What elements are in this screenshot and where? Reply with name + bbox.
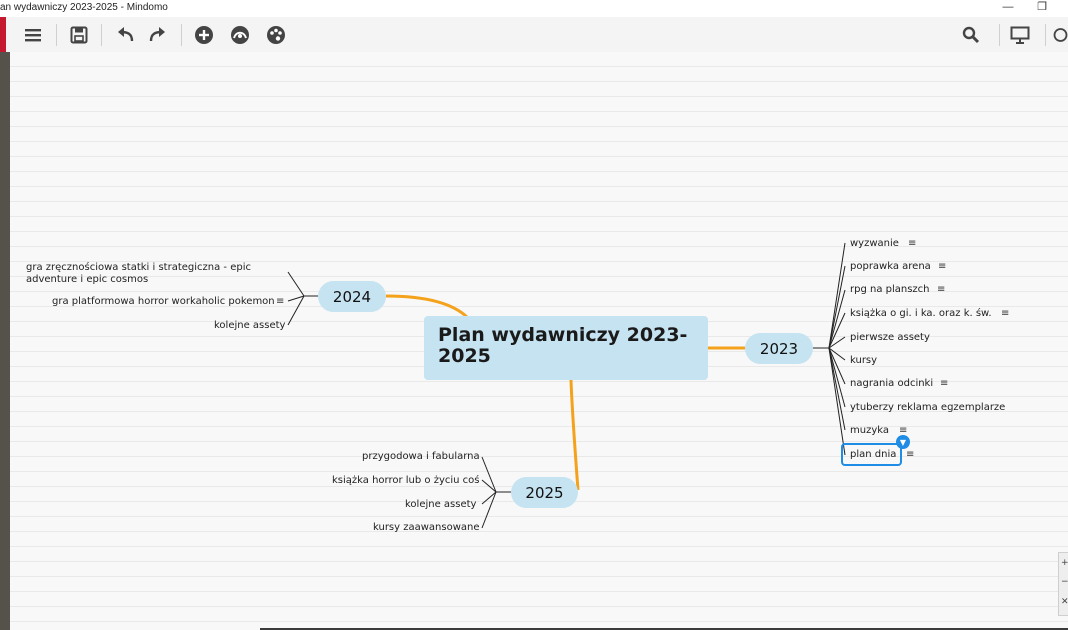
fit-icon[interactable]: ✕ (1061, 597, 1068, 607)
subtopic-adventure[interactable]: przygodowa i fabularna (362, 451, 480, 463)
zoom-out-icon[interactable]: − (1061, 577, 1068, 587)
subtopic-youtubers[interactable]: ytuberzy reklama egzemplarze (850, 402, 1005, 414)
subtopic-book[interactable]: książka o gi. i ka. oraz k. św. (850, 308, 992, 320)
zoom-in-icon[interactable]: + (1061, 558, 1068, 568)
connector-2025 (569, 379, 580, 491)
subtopic-advanced-courses[interactable]: kursy zaawansowane (373, 522, 480, 534)
notes-icon[interactable]: ≡ (940, 379, 948, 389)
notes-icon[interactable]: ≡ (908, 239, 916, 249)
subtopic-music[interactable]: muzyka (850, 425, 889, 437)
subtopic-assets-2024[interactable]: kolejne assety (214, 320, 285, 332)
connector-2024 (385, 294, 470, 320)
collapse-toggle-icon[interactable]: ▼ (896, 435, 910, 449)
subtopic-first-assets[interactable]: pierwsze assety (850, 332, 930, 344)
subtopic-wyzwanie[interactable]: wyzwanie (850, 238, 899, 250)
zoom-controls[interactable]: + − ✕ (1058, 552, 1068, 616)
subtopic-poprawka-arena[interactable]: poprawka arena (850, 261, 931, 273)
subtopic-assets-2025[interactable]: kolejne assety (405, 499, 476, 511)
subtopic-recordings[interactable]: nagrania odcinki (850, 378, 933, 390)
subtopic-courses[interactable]: kursy (850, 355, 877, 367)
central-topic[interactable]: Plan wydawniczy 2023-2025 (424, 316, 708, 380)
subtopic-horror-book[interactable]: książka horror lub o życiu coś (332, 475, 480, 487)
subtopic-rpg[interactable]: rpg na planszch (850, 284, 930, 296)
subtopic-platform-horror[interactable]: gra platformowa horror workaholic pokemo… (52, 296, 275, 308)
notes-icon[interactable]: ≡ (276, 297, 284, 307)
notes-icon[interactable]: ≡ (937, 285, 945, 295)
subtopic-epic-games[interactable]: gra zręcznościowa statki i strategiczna … (26, 262, 256, 286)
topic-2025[interactable]: 2025 (511, 477, 578, 508)
topic-2023[interactable]: 2023 (745, 333, 813, 364)
notes-icon[interactable]: ≡ (938, 262, 946, 272)
topic-2024[interactable]: 2024 (318, 281, 386, 312)
notes-icon[interactable]: ≡ (1001, 309, 1009, 319)
subtopic-plan-dnia[interactable]: plan dnia (850, 449, 896, 461)
notes-icon[interactable]: ≡ (906, 450, 914, 460)
